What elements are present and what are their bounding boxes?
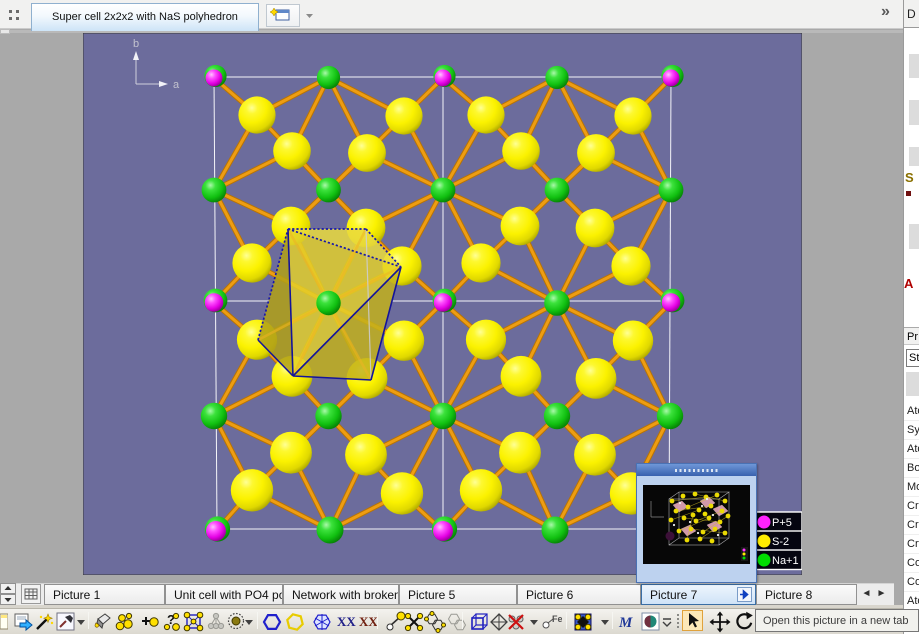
svg-text:b: b [133,38,139,50]
svg-text:XX: XX [359,614,378,629]
svg-text:P+5: P+5 [772,517,792,529]
svg-text:M: M [618,615,633,631]
svg-text:S-2: S-2 [772,536,789,548]
svg-text:Fe: Fe [552,614,562,624]
svg-text:XX: XX [337,614,356,629]
svg-text:a: a [173,79,180,91]
svg-text:Na+1: Na+1 [772,555,799,567]
